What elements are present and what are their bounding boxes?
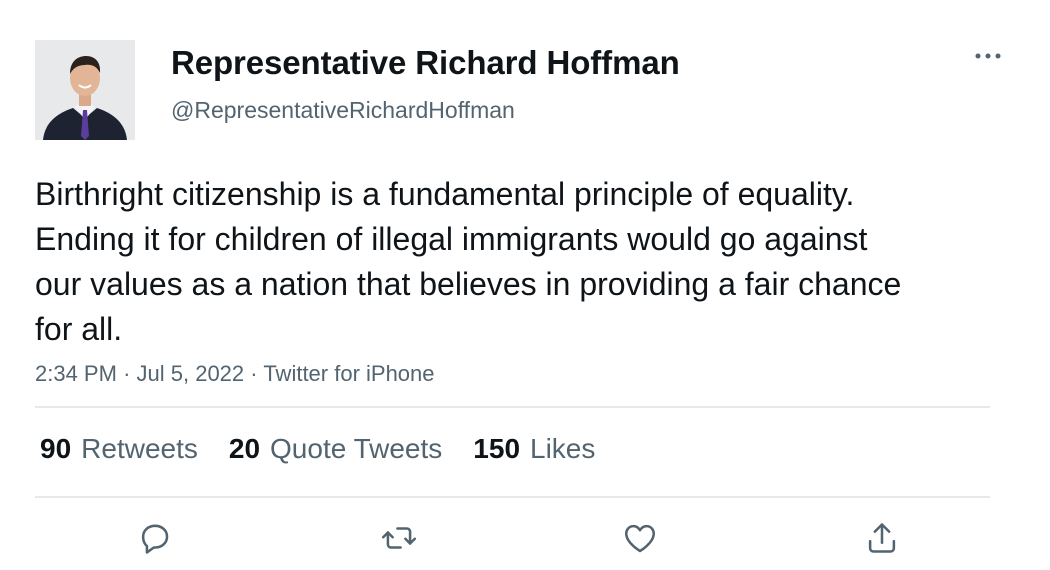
likes-label: Likes xyxy=(530,433,596,464)
share-button[interactable] xyxy=(859,515,905,561)
author-handle[interactable]: @RepresentativeRichardHoffman xyxy=(171,97,515,124)
more-options-button[interactable] xyxy=(970,44,1006,68)
heart-icon xyxy=(625,524,655,553)
profile-photo xyxy=(35,40,135,140)
tweet-source[interactable]: Twitter for iPhone xyxy=(263,361,434,386)
author-display-name[interactable]: Representative Richard Hoffman xyxy=(171,44,680,82)
tweet-time[interactable]: 2:34 PM xyxy=(35,361,117,386)
quote-tweets-count: 20 xyxy=(228,433,261,464)
reply-button[interactable] xyxy=(132,515,178,561)
tweet-date[interactable]: Jul 5, 2022 xyxy=(137,361,245,386)
quote-tweets-stat[interactable]: 20 Quote Tweets xyxy=(229,433,442,465)
divider xyxy=(35,496,990,498)
retweets-label: Retweets xyxy=(81,433,198,464)
retweets-count: 90 xyxy=(40,433,72,464)
tweet-stats: 90 Retweets 20 Quote Tweets 150 Likes xyxy=(40,432,626,466)
likes-count: 150 xyxy=(473,433,521,464)
divider xyxy=(35,406,990,408)
meta-separator: · xyxy=(123,361,131,386)
more-dots-icon xyxy=(975,53,1001,59)
reply-icon xyxy=(141,524,169,554)
tweet-metadata: 2:34 PM · Jul 5, 2022 · Twitter for iPho… xyxy=(35,361,435,387)
tweet-card: Representative Richard Hoffman @Represen… xyxy=(0,0,1050,570)
retweet-icon xyxy=(381,527,417,549)
tweet-text: Birthright citizenship is a fundamental … xyxy=(35,176,902,347)
retweets-stat[interactable]: 90 Retweets xyxy=(40,433,198,465)
share-icon xyxy=(868,523,896,553)
quote-tweets-label: Quote Tweets xyxy=(270,433,443,464)
retweet-button[interactable] xyxy=(376,515,422,561)
meta-separator: · xyxy=(250,361,258,386)
likes-stat[interactable]: 150 Likes xyxy=(473,433,595,465)
avatar[interactable] xyxy=(35,40,135,140)
like-button[interactable] xyxy=(617,515,663,561)
tweet-actions xyxy=(0,515,1050,561)
